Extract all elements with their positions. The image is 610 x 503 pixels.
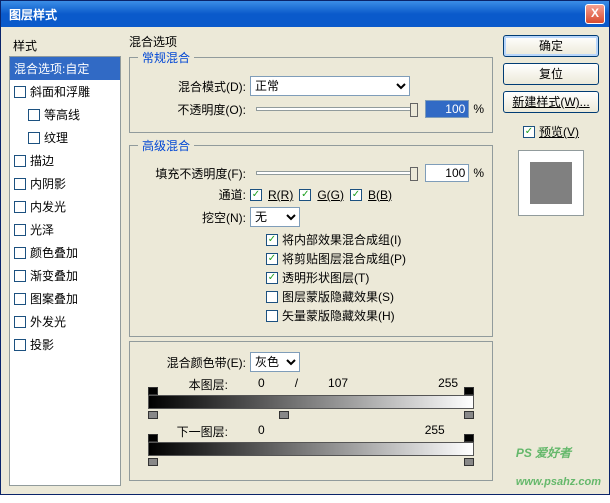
- knockout-select[interactable]: 无: [250, 207, 300, 227]
- option-checkbox[interactable]: [266, 291, 278, 303]
- style-label: 外发光: [30, 313, 66, 330]
- style-checkbox[interactable]: [14, 201, 26, 213]
- blend-mode-label: 混合模式(D):: [138, 78, 246, 95]
- general-legend: 常规混合: [138, 49, 194, 66]
- style-label: 内发光: [30, 198, 66, 215]
- option-label: 将内部效果混合成组(I): [282, 231, 401, 248]
- style-checkbox[interactable]: [14, 86, 26, 98]
- style-item[interactable]: 投影: [10, 333, 120, 356]
- style-checkbox[interactable]: [14, 316, 26, 328]
- advanced-blend-group: 高级混合 填充不透明度(F): 100 % 通道: R(R) G(G) B(B): [129, 137, 493, 337]
- fill-unit: %: [473, 166, 484, 180]
- option-label: 矢量蒙版隐藏效果(H): [282, 307, 395, 324]
- blend-mode-select[interactable]: 正常: [250, 76, 410, 96]
- advanced-legend: 高级混合: [138, 137, 194, 154]
- style-label: 斜面和浮雕: [30, 83, 90, 100]
- style-item[interactable]: 纹理: [10, 126, 120, 149]
- style-checkbox[interactable]: [14, 155, 26, 167]
- this-layer-track[interactable]: [148, 395, 474, 409]
- option-checkbox[interactable]: [266, 253, 278, 265]
- ok-button[interactable]: 确定: [503, 35, 599, 57]
- style-label: 内阴影: [30, 175, 66, 192]
- style-label: 渐变叠加: [30, 267, 78, 284]
- opacity-unit: %: [473, 102, 484, 116]
- general-blend-group: 常规混合 混合模式(D): 正常 不透明度(O): 100 %: [129, 49, 493, 133]
- style-checkbox[interactable]: [14, 247, 26, 259]
- knockout-label: 挖空(N):: [138, 209, 246, 226]
- option-label: 透明形状图层(T): [282, 269, 369, 286]
- new-style-button[interactable]: 新建样式(W)...: [503, 91, 599, 113]
- style-checkbox[interactable]: [14, 293, 26, 305]
- style-item[interactable]: 光泽: [10, 218, 120, 241]
- this-layer-label: 本图层:: [148, 376, 228, 393]
- style-checkbox[interactable]: [14, 178, 26, 190]
- opacity-value[interactable]: 100: [425, 100, 469, 118]
- style-item[interactable]: 渐变叠加: [10, 264, 120, 287]
- opacity-slider[interactable]: [256, 107, 415, 111]
- style-label: 光泽: [30, 221, 54, 238]
- close-button[interactable]: X: [585, 4, 605, 24]
- blend-options-heading: 混合选项: [129, 33, 177, 50]
- style-item[interactable]: 内阴影: [10, 172, 120, 195]
- style-checkbox[interactable]: [28, 109, 40, 121]
- channel-b-checkbox[interactable]: [350, 189, 362, 201]
- preview-label: 预览(V): [539, 123, 579, 140]
- style-item[interactable]: 图案叠加: [10, 287, 120, 310]
- fill-opacity-value[interactable]: 100: [425, 164, 469, 182]
- option-checkbox[interactable]: [266, 234, 278, 246]
- under-layer-track[interactable]: [148, 442, 474, 456]
- channel-r-checkbox[interactable]: [250, 189, 262, 201]
- preview-checkbox[interactable]: [523, 126, 535, 138]
- style-item[interactable]: 外发光: [10, 310, 120, 333]
- cancel-button[interactable]: 复位: [503, 63, 599, 85]
- channel-g-checkbox[interactable]: [299, 189, 311, 201]
- opacity-label: 不透明度(O):: [138, 101, 246, 118]
- under-layer-label: 下一图层:: [148, 423, 228, 440]
- style-item[interactable]: 内发光: [10, 195, 120, 218]
- style-checkbox[interactable]: [14, 270, 26, 282]
- option-checkbox[interactable]: [266, 272, 278, 284]
- style-label: 颜色叠加: [30, 244, 78, 261]
- layer-style-dialog: 图层样式 X 混合选项 样式 混合选项:自定斜面和浮雕等高线纹理描边内阴影内发光…: [0, 0, 610, 495]
- style-label: 图案叠加: [30, 290, 78, 307]
- preview-swatch: [518, 150, 584, 216]
- blend-if-label: 混合颜色带(E):: [138, 354, 246, 371]
- style-label: 等高线: [44, 106, 80, 123]
- fill-opacity-slider[interactable]: [256, 171, 415, 175]
- style-label: 纹理: [44, 129, 68, 146]
- style-item[interactable]: 等高线: [10, 103, 120, 126]
- style-label: 投影: [30, 336, 54, 353]
- window-title: 图层样式: [5, 6, 57, 23]
- style-label: 混合选项:自定: [14, 60, 89, 77]
- style-item[interactable]: 描边: [10, 149, 120, 172]
- style-checkbox[interactable]: [14, 339, 26, 351]
- style-item[interactable]: 混合选项:自定: [10, 57, 120, 80]
- fill-opacity-label: 填充不透明度(F):: [138, 165, 246, 182]
- styles-header: 样式: [9, 35, 121, 56]
- style-checkbox[interactable]: [28, 132, 40, 144]
- titlebar: 图层样式 X: [1, 1, 609, 27]
- blend-if-group: 混合颜色带(E): 灰色 本图层: 0 / 107 255 下一图层: 0: [129, 341, 493, 481]
- option-label: 图层蒙版隐藏效果(S): [282, 288, 394, 305]
- option-checkbox[interactable]: [266, 310, 278, 322]
- option-label: 将剪贴图层混合成组(P): [282, 250, 406, 267]
- styles-list: 混合选项:自定斜面和浮雕等高线纹理描边内阴影内发光光泽颜色叠加渐变叠加图案叠加外…: [9, 56, 121, 486]
- channels-label: 通道:: [138, 186, 246, 203]
- blend-if-select[interactable]: 灰色: [250, 352, 300, 372]
- style-item[interactable]: 斜面和浮雕: [10, 80, 120, 103]
- style-checkbox[interactable]: [14, 224, 26, 236]
- style-label: 描边: [30, 152, 54, 169]
- style-item[interactable]: 颜色叠加: [10, 241, 120, 264]
